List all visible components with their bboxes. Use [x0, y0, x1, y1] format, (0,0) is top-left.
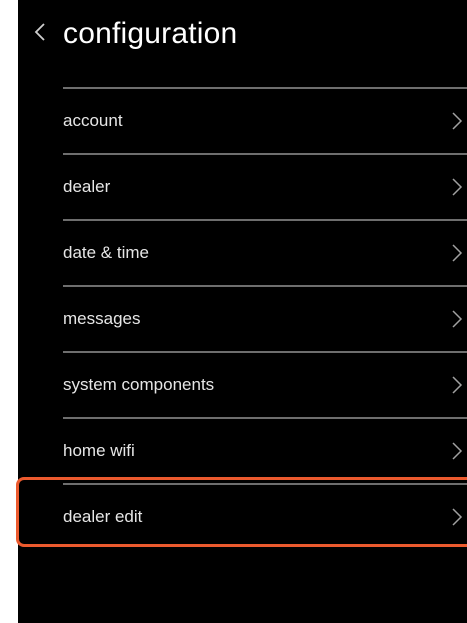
- menu-item-system-components[interactable]: system components: [63, 353, 467, 417]
- menu-item-label: system components: [63, 375, 215, 394]
- header: configuration: [18, 0, 467, 70]
- menu-item-label: date & time: [63, 243, 149, 262]
- menu-item-messages[interactable]: messages: [63, 287, 467, 351]
- menu-item-label: account: [63, 111, 123, 130]
- chevron-right-icon: [451, 441, 463, 461]
- menu-item-label: dealer edit: [63, 507, 143, 526]
- chevron-right-icon: [451, 375, 463, 395]
- chevron-right-icon: [451, 243, 463, 263]
- settings-menu: account dealer date & time messages syst…: [63, 87, 467, 551]
- menu-item-home-wifi[interactable]: home wifi: [63, 419, 467, 483]
- chevron-right-icon: [451, 309, 463, 329]
- menu-item-label: home wifi: [63, 441, 135, 460]
- menu-item-label: messages: [63, 309, 141, 328]
- menu-item-date-time[interactable]: date & time: [63, 221, 467, 285]
- chevron-left-icon: [34, 23, 45, 41]
- chevron-right-icon: [451, 177, 463, 197]
- page-title: configuration: [63, 17, 238, 50]
- configuration-screen: configuration account dealer date & time…: [18, 0, 467, 623]
- menu-item-label: dealer: [63, 177, 111, 196]
- back-button[interactable]: [26, 14, 54, 50]
- menu-item-dealer[interactable]: dealer: [63, 155, 467, 219]
- menu-item-dealer-edit[interactable]: dealer edit: [63, 485, 467, 551]
- chevron-right-icon: [451, 507, 463, 527]
- chevron-right-icon: [451, 111, 463, 131]
- menu-item-account[interactable]: account: [63, 89, 467, 153]
